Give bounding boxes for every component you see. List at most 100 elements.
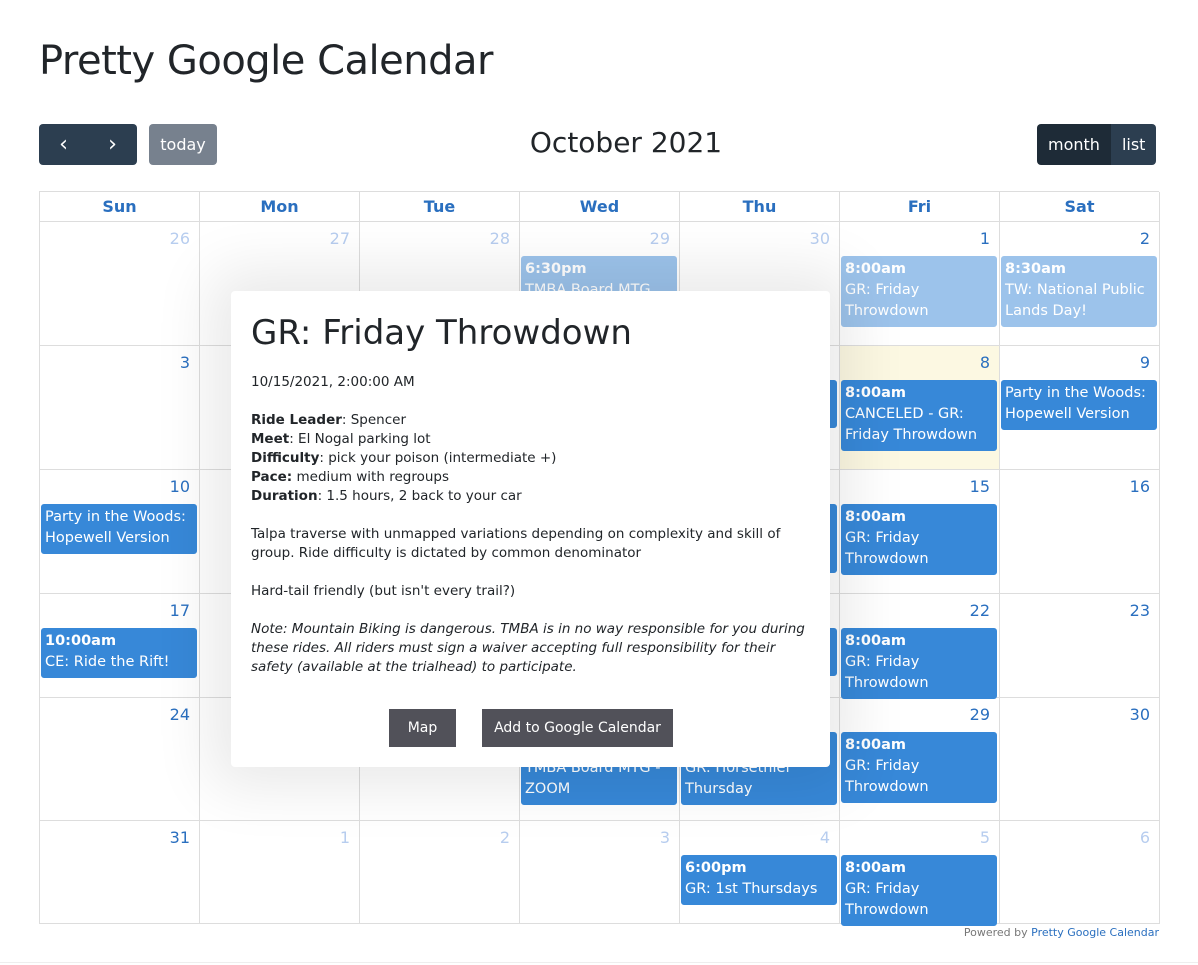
event-title: GR: Friday Throwdown xyxy=(845,530,929,567)
field-value: medium with regroups xyxy=(292,469,450,485)
day-cell[interactable]: 4 6:00pm GR: 1st Thursdays xyxy=(680,821,840,924)
day-cell[interactable]: 23 xyxy=(1000,594,1160,698)
field-label: Ride Leader xyxy=(251,412,342,428)
event-time: 8:30am xyxy=(1005,261,1066,277)
calendar-event[interactable]: 6:00pm GR: 1st Thursdays xyxy=(681,855,837,905)
day-cell[interactable]: 2 xyxy=(360,821,520,924)
field-value: : 1.5 hours, 2 back to your car xyxy=(317,488,522,504)
footer: Powered by Pretty Google Calendar xyxy=(964,926,1159,939)
day-number[interactable]: 9 xyxy=(1140,353,1150,372)
field-value: : El Nogal parking lot xyxy=(289,431,431,447)
event-title: GR: Friday Throwdown xyxy=(845,282,929,319)
day-cell[interactable]: 5 8:00am GR: Friday Throwdown xyxy=(840,821,1000,926)
day-cell[interactable]: 6 xyxy=(1000,821,1160,924)
day-cell[interactable]: 1 xyxy=(200,821,360,924)
day-number[interactable]: 31 xyxy=(170,828,190,847)
calendar-event[interactable]: 8:00am GR: Friday Throwdown xyxy=(841,732,997,803)
event-title: GR: 1st Thursdays xyxy=(685,881,818,897)
popup-datetime: 10/15/2021, 2:00:00 AM xyxy=(251,374,415,390)
popup-disclaimer: Note: Mountain Biking is dangerous. TMBA… xyxy=(251,621,805,675)
calendar-event[interactable]: 8:30am TW: National Public Lands Day! xyxy=(1001,256,1157,327)
day-cell[interactable]: 17 10:00am CE: Ride the Rift! xyxy=(40,594,200,698)
popup-description: Talpa traverse with unmapped variations … xyxy=(251,526,781,561)
event-time: 8:00am xyxy=(845,860,906,876)
weekday-sat: Sat xyxy=(1000,192,1160,222)
day-number[interactable]: 5 xyxy=(980,828,990,847)
day-cell[interactable]: 8 8:00am CANCELED - GR: Friday Throwdown xyxy=(840,346,1000,470)
day-number[interactable]: 2 xyxy=(500,828,510,847)
footer-text: Powered by xyxy=(963,926,1032,939)
calendar-event[interactable]: Party in the Woods: Hopewell Version xyxy=(1001,380,1157,430)
day-number[interactable]: 1 xyxy=(980,229,990,248)
popup-fields: Ride Leader: Spencer Meet: El Nogal parki… xyxy=(251,411,810,506)
day-cell[interactable]: 16 xyxy=(1000,470,1160,594)
day-number[interactable]: 29 xyxy=(970,705,990,724)
day-number[interactable]: 16 xyxy=(1130,477,1150,496)
field-label: Difficulty xyxy=(251,450,320,466)
day-number[interactable]: 8 xyxy=(980,353,990,372)
field-value: : pick your poison (intermediate +) xyxy=(319,450,557,466)
day-cell[interactable]: 3 xyxy=(520,821,680,924)
day-number[interactable]: 30 xyxy=(1130,705,1150,724)
weekday-mon: Mon xyxy=(200,192,360,222)
calendar-event[interactable]: Party in the Woods: Hopewell Version xyxy=(41,504,197,554)
map-button[interactable]: Map xyxy=(389,709,456,747)
day-number[interactable]: 30 xyxy=(810,229,830,248)
field-label: Pace: xyxy=(251,469,293,485)
day-number[interactable]: 26 xyxy=(170,229,190,248)
day-number[interactable]: 28 xyxy=(490,229,510,248)
day-number[interactable]: 24 xyxy=(170,705,190,724)
weekday-tue: Tue xyxy=(360,192,520,222)
day-cell[interactable]: 29 8:00am GR: Friday Throwdown xyxy=(840,698,1000,821)
event-time: 8:00am xyxy=(845,509,906,525)
event-time: 8:00am xyxy=(845,261,906,277)
footer-link[interactable]: Pretty Google Calendar xyxy=(1031,926,1159,939)
day-cell[interactable]: 31 xyxy=(40,821,200,924)
weekday-wed: Wed xyxy=(520,192,680,222)
day-number[interactable]: 15 xyxy=(970,477,990,496)
list-view-button[interactable]: list xyxy=(1110,124,1157,165)
event-title: TW: National Public Lands Day! xyxy=(1005,282,1145,319)
day-cell[interactable]: 30 xyxy=(1000,698,1160,821)
calendar-event[interactable]: 8:00am GR: Friday Throwdown xyxy=(841,855,997,926)
day-cell[interactable]: 10 Party in the Woods: Hopewell Version xyxy=(40,470,200,594)
day-cell[interactable]: 1 8:00am GR: Friday Throwdown xyxy=(840,222,1000,346)
day-number[interactable]: 27 xyxy=(330,229,350,248)
day-cell[interactable]: 3 xyxy=(40,346,200,470)
day-cell[interactable]: 9 Party in the Woods: Hopewell Version xyxy=(1000,346,1160,470)
page-title: Pretty Google Calendar xyxy=(39,38,493,84)
day-cell[interactable]: 2 8:30am TW: National Public Lands Day! xyxy=(1000,222,1160,346)
day-number[interactable]: 2 xyxy=(1140,229,1150,248)
field-label: Meet xyxy=(251,431,290,447)
day-number[interactable]: 17 xyxy=(170,601,190,620)
day-number[interactable]: 23 xyxy=(1130,601,1150,620)
day-cell[interactable]: 22 8:00am GR: Friday Throwdown xyxy=(840,594,1000,699)
day-number[interactable]: 22 xyxy=(970,601,990,620)
calendar-event[interactable]: 8:00am GR: Friday Throwdown xyxy=(841,504,997,575)
weekday-sun: Sun xyxy=(40,192,200,222)
field-label: Duration xyxy=(251,488,318,504)
month-view-button[interactable]: month xyxy=(1037,124,1111,165)
day-cell[interactable]: 26 xyxy=(40,222,200,346)
calendar-event[interactable]: 8:00am GR: Friday Throwdown xyxy=(841,256,997,327)
calendar-event[interactable]: 8:00am CANCELED - GR: Friday Throwdown xyxy=(841,380,997,451)
day-number[interactable]: 4 xyxy=(820,828,830,847)
day-cell[interactable]: 15 8:00am GR: Friday Throwdown xyxy=(840,470,1000,594)
day-number[interactable]: 3 xyxy=(660,828,670,847)
field-value: : Spencer xyxy=(341,412,407,428)
day-cell[interactable]: 24 xyxy=(40,698,200,821)
popup-title: GR: Friday Throwdown xyxy=(251,313,632,353)
month-title: October 2021 xyxy=(529,126,723,159)
event-title: CANCELED - GR: Friday Throwdown xyxy=(845,406,978,443)
day-number[interactable]: 1 xyxy=(340,828,350,847)
add-to-google-calendar-button[interactable]: Add to Google Calendar xyxy=(482,709,673,747)
calendar-event[interactable]: 10:00am CE: Ride the Rift! xyxy=(41,628,197,678)
day-number[interactable]: 3 xyxy=(180,353,190,372)
event-popup: GR: Friday Throwdown 10/15/2021, 2:00:00… xyxy=(231,291,830,767)
day-number[interactable]: 6 xyxy=(1140,828,1150,847)
day-number[interactable]: 10 xyxy=(170,477,190,496)
calendar-event[interactable]: 8:00am GR: Friday Throwdown xyxy=(841,628,997,699)
event-time: 6:30pm xyxy=(525,261,587,277)
view-switcher: month list xyxy=(1037,124,1157,165)
day-number[interactable]: 29 xyxy=(650,229,670,248)
